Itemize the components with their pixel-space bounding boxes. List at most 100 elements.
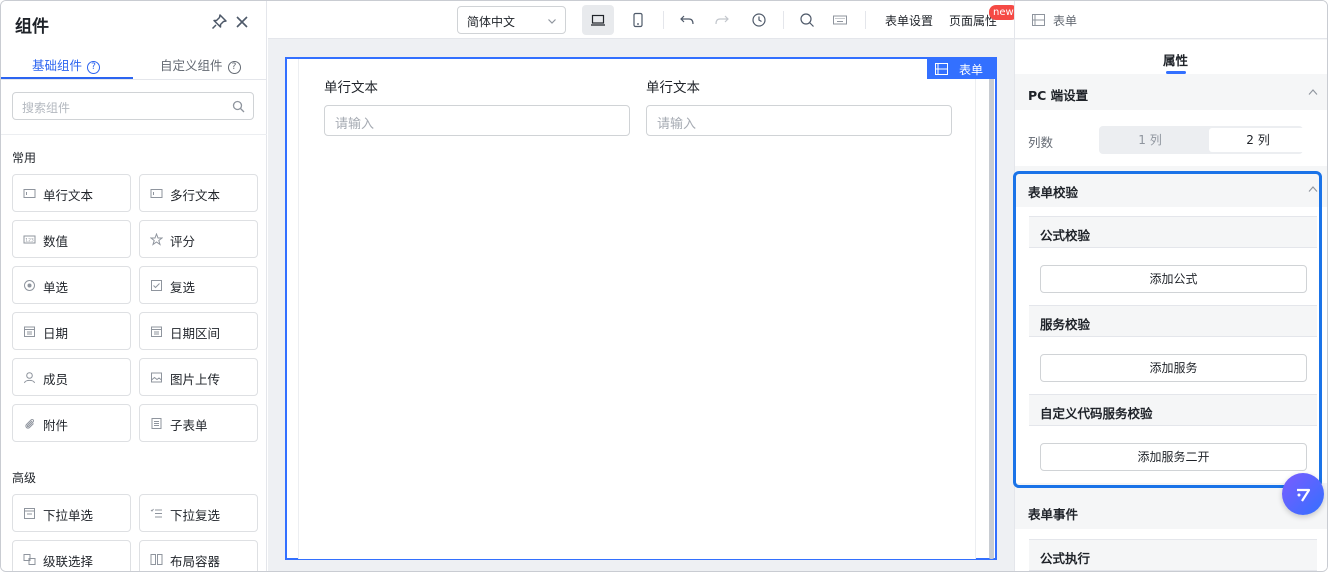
top-toolbar: 简体中文 表单设置 页面属性 new [268, 1, 1018, 39]
chevron-up-icon [1308, 89, 1318, 95]
component-label: 数值 [43, 234, 69, 249]
dropdown-icon [24, 508, 35, 519]
checklist-icon [150, 508, 162, 518]
columns-segmented-control: 1 列 2 列 [1099, 126, 1307, 154]
component-label: 级联选择 [43, 554, 94, 569]
component-label: 单行文本 [43, 188, 94, 203]
language-select[interactable]: 简体中文 [457, 6, 566, 34]
component-label: 下拉单选 [43, 508, 94, 523]
component-number[interactable]: 123 数值 [12, 220, 131, 258]
user-icon [24, 372, 35, 384]
paperclip-icon [25, 418, 35, 429]
pin-icon[interactable] [210, 13, 228, 31]
form-selection-badge: 表单 [927, 59, 995, 79]
clock-icon [752, 13, 766, 27]
form-icon [1032, 14, 1045, 26]
tab-properties[interactable]: 属性 [1163, 50, 1188, 69]
columns-option-1[interactable]: 1 列 [1101, 128, 1199, 152]
toolbar-divider [865, 11, 866, 29]
component-label: 附件 [43, 418, 69, 433]
component-multi-line-text[interactable]: 多行文本 [139, 174, 258, 212]
section-title: 表单事件 [1028, 507, 1079, 522]
input-placeholder: 请输入 [657, 117, 697, 132]
component-label: 日期 [43, 326, 69, 341]
search-placeholder: 搜索组件 [22, 101, 71, 115]
component-single-line-text[interactable]: 单行文本 [12, 174, 131, 212]
component-radio[interactable]: 单选 [12, 266, 131, 304]
calendar-range-icon [151, 326, 162, 337]
section-pc-settings[interactable]: PC 端设置 [1015, 74, 1327, 110]
component-dropdown-multi[interactable]: 下拉复选 [139, 494, 258, 532]
component-sub-form[interactable]: 子表单 [139, 404, 258, 442]
toolbar-divider [783, 11, 784, 29]
component-date[interactable]: 日期 [12, 312, 131, 350]
search-button[interactable] [791, 5, 823, 35]
component-search-input[interactable]: 搜索组件 [12, 92, 254, 120]
number-icon: 123 [23, 235, 36, 244]
tab-custom-components[interactable]: 自定义组件? [160, 55, 241, 74]
close-icon[interactable] [233, 13, 251, 31]
active-tab-indicator [1, 77, 133, 79]
sub-form-icon [151, 418, 162, 429]
undo-button[interactable] [671, 5, 703, 35]
subsection-formula-execution: 公式执行 [1029, 539, 1317, 571]
canvas-scrollbar[interactable] [989, 75, 994, 559]
panel-title: 组件 [15, 17, 49, 37]
component-label: 子表单 [170, 418, 208, 433]
component-member[interactable]: 成员 [12, 358, 131, 396]
highlight-frame [1013, 171, 1322, 488]
field-label: 单行文本 [646, 80, 700, 96]
search-icon [800, 13, 814, 27]
component-label: 单选 [43, 280, 69, 295]
help-icon: ? [227, 61, 241, 74]
component-image-upload[interactable]: 图片上传 [139, 358, 258, 396]
history-button[interactable] [743, 5, 775, 35]
text-field-icon [23, 189, 36, 198]
single-line-text-input[interactable]: 请输入 [646, 105, 952, 136]
field-label: 单行文本 [324, 80, 378, 96]
input-placeholder: 请输入 [335, 117, 375, 132]
cascader-icon [23, 554, 36, 565]
component-cascader[interactable]: 级联选择 [12, 540, 131, 571]
laptop-icon [591, 14, 605, 26]
redo-icon [715, 15, 729, 25]
single-line-text-input[interactable]: 请输入 [324, 105, 630, 136]
component-date-range[interactable]: 日期区间 [139, 312, 258, 350]
keyboard-button[interactable] [824, 5, 856, 35]
ai-assistant-button[interactable] [1282, 473, 1324, 515]
component-label: 日期区间 [170, 326, 221, 341]
checkbox-icon [151, 280, 162, 291]
component-label: 多行文本 [170, 188, 221, 203]
svg-text:123: 123 [25, 238, 34, 244]
component-rating[interactable]: 评分 [139, 220, 258, 258]
mobile-icon [633, 12, 643, 28]
mobile-view-button[interactable] [622, 5, 654, 35]
form-settings-button[interactable]: 表单设置 [885, 12, 933, 29]
properties-tabs: 属性 [1015, 40, 1327, 78]
section-form-events[interactable]: 表单事件 [1015, 493, 1327, 529]
section-common: 常用 [12, 151, 37, 165]
section-title: PC 端设置 [1028, 88, 1089, 103]
desktop-view-button[interactable] [582, 5, 614, 35]
radio-icon [24, 280, 35, 291]
component-label: 下拉复选 [170, 508, 221, 523]
redo-button[interactable] [706, 5, 738, 35]
properties-header: 表单 [1015, 1, 1327, 39]
image-icon [151, 372, 162, 383]
star-icon [150, 233, 163, 246]
layout-icon [150, 554, 163, 565]
toolbar-divider [663, 11, 664, 29]
component-label: 评分 [170, 234, 196, 249]
component-layout-container[interactable]: 布局容器 [139, 540, 258, 571]
component-label: 布局容器 [170, 554, 221, 569]
component-checkbox[interactable]: 复选 [139, 266, 258, 304]
columns-option-2[interactable]: 2 列 [1209, 128, 1307, 152]
tab-basic-components[interactable]: 基础组件? [32, 55, 101, 74]
component-dropdown-single[interactable]: 下拉单选 [12, 494, 131, 532]
textarea-icon [150, 189, 163, 198]
component-attachment[interactable]: 附件 [12, 404, 131, 442]
component-label: 图片上传 [170, 372, 221, 387]
tab-custom-label: 自定义组件 [160, 58, 223, 73]
component-panel: 组件 基础组件? 自定义组件? 搜索组件 常用 单行文本 多行文本 123 数值 [1, 1, 267, 571]
calendar-icon [24, 326, 35, 337]
